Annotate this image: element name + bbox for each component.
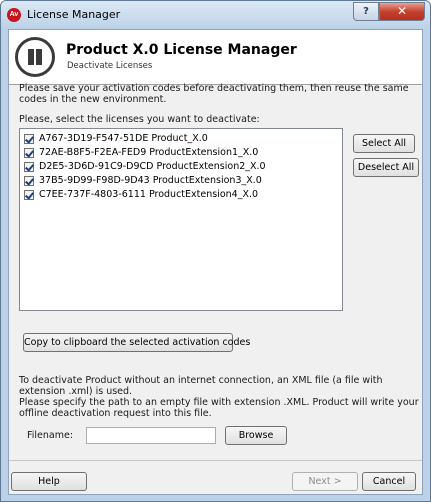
list-item[interactable]: A767-3D19-F547-51DE Product_X.0 [24,132,208,145]
filename-input[interactable] [86,427,216,444]
license-code: C7EE-737F-4803-6111 [39,189,146,200]
list-item[interactable]: 72AE-B8F5-F2EA-FED9 ProductExtension1_X.… [24,146,258,159]
license-code: A767-3D19-F547-51DE [39,133,149,144]
window-title: License Manager [27,8,121,21]
deselect-all-button[interactable]: Deselect All [353,158,419,177]
license-product: Product_X.0 [151,133,208,144]
license-list[interactable]: A767-3D19-F547-51DE Product_X.0 72AE-B8F… [19,128,343,311]
license-checkbox[interactable] [24,189,34,200]
footer-divider [9,460,422,461]
list-item[interactable]: C7EE-737F-4803-6111 ProductExtension4_X.… [24,188,258,201]
license-checkbox[interactable] [24,133,34,144]
license-product: ProductExtension1_X.0 [149,147,259,158]
app-logo-icon: Av [7,8,21,22]
license-product: ProductExtension4_X.0 [148,189,259,200]
license-checkbox[interactable] [24,161,34,172]
close-icon[interactable]: ✕ [379,2,425,21]
list-item[interactable]: 37B5-9D99-F98D-9D43 ProductExtension3_X.… [24,174,262,187]
help-button[interactable]: Help [11,472,87,491]
cancel-button[interactable]: Cancel [362,472,416,491]
pause-logo-icon [15,37,55,77]
list-item[interactable]: D2E5-3D6D-91C9-D9CD ProductExtension2_X.… [24,160,266,173]
dialog-client-area: Product X.0 License Manager Deactivate L… [8,29,423,495]
dialog-header: Product X.0 License Manager Deactivate L… [9,30,422,85]
license-product: ProductExtension2_X.0 [156,161,266,172]
select-prompt-text: Please, select the licenses you want to … [19,114,260,125]
license-code: D2E5-3D6D-91C9-D9CD [39,161,154,172]
title-bar[interactable]: Av License Manager ? ✕ [1,1,430,29]
instructions-text: Please save your activation codes before… [19,83,409,105]
license-checkbox[interactable] [24,175,34,186]
help-question-icon[interactable]: ? [353,2,379,21]
offline-info-text: To deactivate Product without an interne… [19,375,383,397]
select-all-button[interactable]: Select All [353,134,415,153]
page-subtitle: Deactivate Licenses [67,61,153,71]
filename-label: Filename: [27,430,74,441]
license-code: 72AE-B8F5-F2EA-FED9 [39,147,147,158]
license-checkbox[interactable] [24,147,34,158]
license-product: ProductExtension3_X.0 [152,175,262,186]
offline-instructions-text: Please specify the path to an empty file… [19,397,419,419]
license-code: 37B5-9D99-F98D-9D43 [39,175,150,186]
page-title: Product X.0 License Manager [66,42,297,58]
next-button[interactable]: Next > [292,472,358,491]
browse-button[interactable]: Browse [225,426,287,445]
copy-to-clipboard-button[interactable]: Copy to clipboard the selected activatio… [23,333,250,352]
license-manager-window: Av License Manager ? ✕ Product X.0 Licen… [0,0,431,502]
